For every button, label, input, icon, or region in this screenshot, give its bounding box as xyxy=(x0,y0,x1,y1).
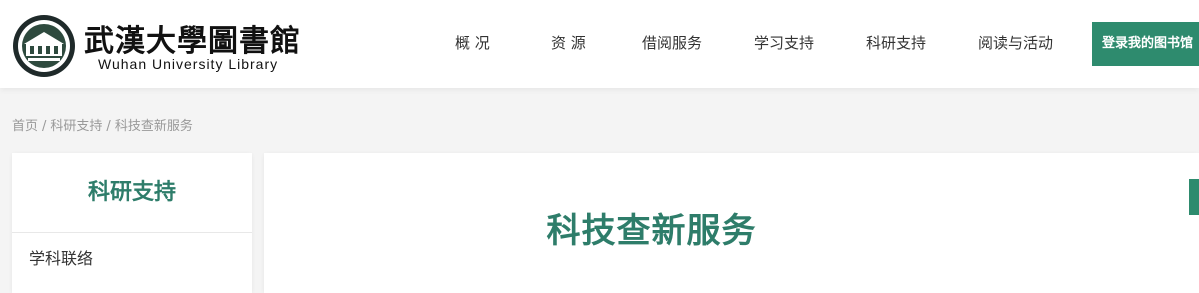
breadcrumb-research-support[interactable]: 科研支持 xyxy=(50,119,102,134)
nav-item-learning-support[interactable]: 学习支持 xyxy=(754,32,814,53)
library-logo[interactable]: 武漢大學圖書館 Wuhan University Library xyxy=(12,14,302,78)
breadcrumb-current: 科技查新服务 xyxy=(114,119,193,134)
nav-item-resources[interactable]: 资 源 xyxy=(551,32,586,53)
page-title: 科技查新服务 xyxy=(546,211,757,251)
university-emblem-icon xyxy=(13,15,75,77)
nav-item-research-support[interactable]: 科研支持 xyxy=(866,32,926,53)
nav-item-overview[interactable]: 概 况 xyxy=(455,32,490,53)
sidebar: 科研支持 学科联络 xyxy=(12,153,252,293)
logo-name-chinese: 武漢大學圖書館 xyxy=(84,24,301,59)
main-content: 科技查新服务 xyxy=(264,153,1199,293)
site-header: 武漢大學圖書館 Wuhan University Library 概 况 资 源… xyxy=(0,0,1199,88)
sidebar-item-subject-liaison[interactable]: 学科联络 xyxy=(12,234,252,284)
breadcrumb-home[interactable]: 首页 xyxy=(12,119,38,134)
breadcrumb-separator: / xyxy=(106,119,111,134)
floating-side-tab[interactable] xyxy=(1189,179,1199,215)
logo-name-english: Wuhan University Library xyxy=(98,56,279,72)
nav-item-borrowing-services[interactable]: 借阅服务 xyxy=(642,32,702,53)
nav-item-reading-activities[interactable]: 阅读与活动 xyxy=(978,32,1053,53)
breadcrumb-separator: / xyxy=(42,119,47,134)
login-my-library-button[interactable]: 登录我的图书馆 xyxy=(1092,22,1199,66)
breadcrumb: 首页 / 科研支持 / 科技查新服务 xyxy=(12,115,193,134)
sidebar-title: 科研支持 xyxy=(12,153,252,233)
